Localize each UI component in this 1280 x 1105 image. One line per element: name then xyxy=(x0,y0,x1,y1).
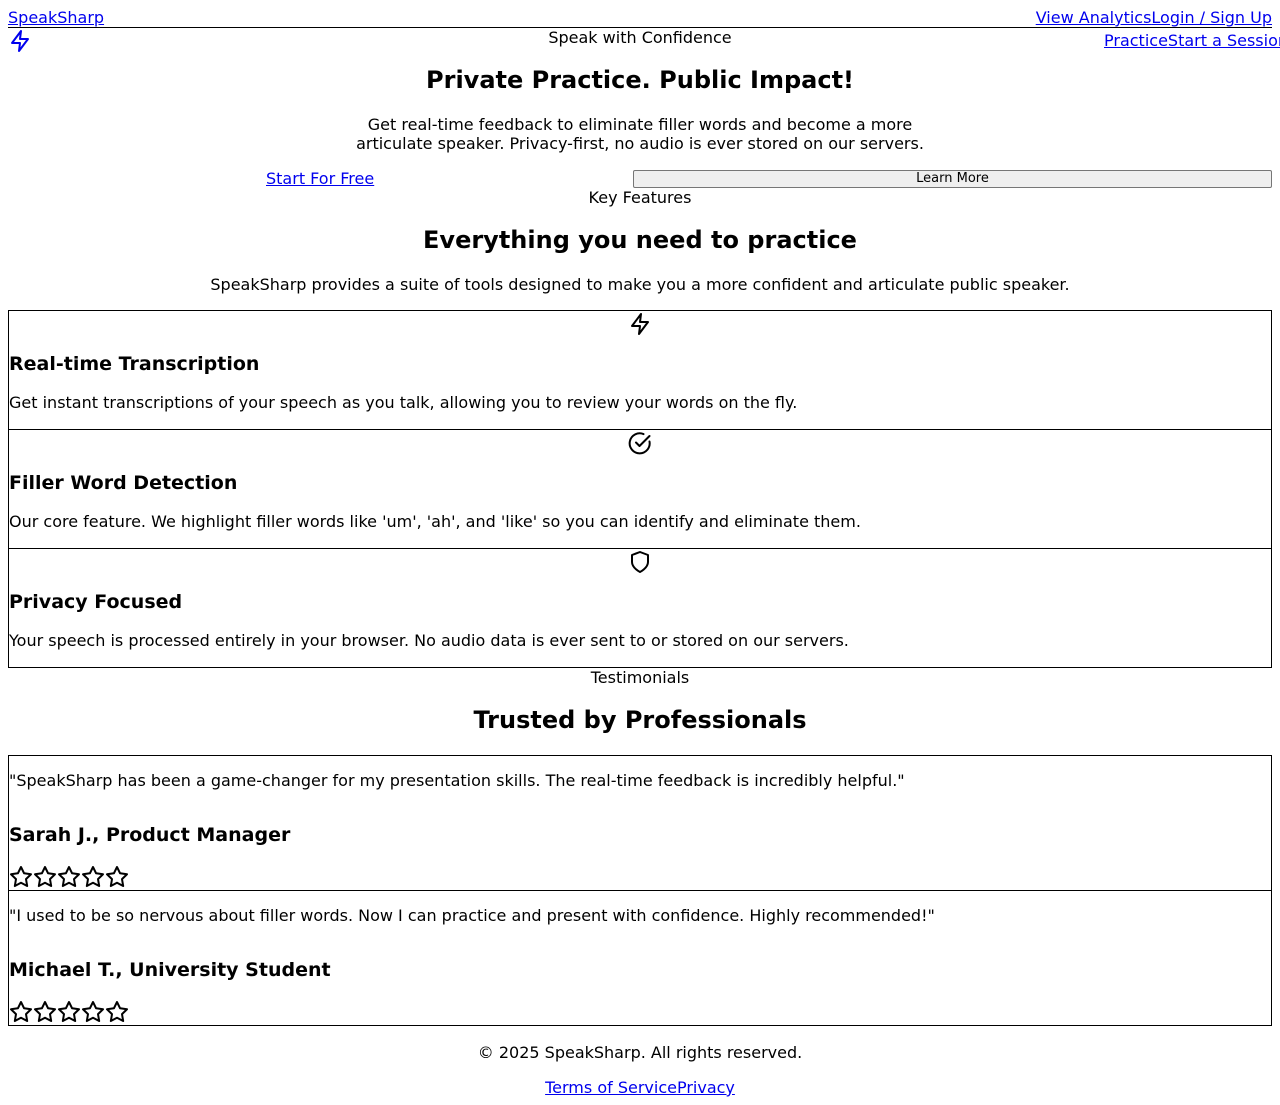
testimonials-title: Trusted by Professionals xyxy=(473,706,807,734)
nav-practice[interactable]: Practice xyxy=(1104,31,1168,50)
testimonial-author: Michael T., University Student xyxy=(9,959,331,981)
features-eyebrow: Key Features xyxy=(588,188,692,207)
shield-icon xyxy=(628,550,652,574)
footer-copyright: © 2025 SpeakSharp. All rights reserved. xyxy=(477,1043,803,1062)
brand-link[interactable]: SpeakSharp xyxy=(8,8,104,27)
star-outline-icon xyxy=(105,865,129,889)
star-outline-icon xyxy=(81,865,105,889)
star-outline-icon xyxy=(33,865,57,889)
feature-card-transcription: Real-time Transcription Get instant tran… xyxy=(8,310,1272,430)
features-title: Everything you need to practice xyxy=(423,226,857,254)
testimonial-card: "SpeakSharp has been a game-changer for … xyxy=(8,755,1272,891)
star-rating xyxy=(9,1000,129,1024)
features-description: SpeakSharp provides a suite of tools des… xyxy=(210,275,1070,294)
feature-text: Your speech is processed entirely in you… xyxy=(9,631,849,650)
star-outline-icon xyxy=(105,1000,129,1024)
feature-title: Real-time Transcription xyxy=(9,353,260,375)
testimonial-card: "I used to be so nervous about filler wo… xyxy=(8,890,1272,1026)
star-rating xyxy=(9,865,129,889)
testimonial-quote: "SpeakSharp has been a game-changer for … xyxy=(9,771,905,790)
star-outline-icon xyxy=(57,1000,81,1024)
lightning-bolt-icon xyxy=(628,312,652,336)
nav-start-session[interactable]: Start a Session xyxy=(1168,31,1280,50)
terms-of-service-link[interactable]: Terms of Service xyxy=(545,1078,677,1097)
nav-view-analytics[interactable]: View Analytics xyxy=(1036,8,1152,27)
secondary-nav: PracticeStart a Session xyxy=(1104,31,1280,50)
feature-text: Get instant transcriptions of your speec… xyxy=(9,393,798,412)
start-for-free-button[interactable]: Start For Free xyxy=(266,169,374,188)
hero-eyebrow: Speak with Confidence xyxy=(548,28,732,47)
footer-links: Terms of ServicePrivacy xyxy=(0,1078,1280,1097)
star-outline-icon xyxy=(57,865,81,889)
check-circle-icon xyxy=(628,431,652,455)
testimonial-quote: "I used to be so nervous about filler wo… xyxy=(9,906,935,925)
feature-title: Filler Word Detection xyxy=(9,472,238,494)
star-outline-icon xyxy=(9,1000,33,1024)
feature-title: Privacy Focused xyxy=(9,591,183,613)
testimonials-eyebrow: Testimonials xyxy=(590,668,690,687)
feature-text: Our core feature. We highlight filler wo… xyxy=(9,512,861,531)
testimonial-author: Sarah J., Product Manager xyxy=(9,824,291,846)
star-outline-icon xyxy=(33,1000,57,1024)
star-outline-icon xyxy=(81,1000,105,1024)
learn-more-button[interactable]: Learn More xyxy=(633,170,1272,188)
feature-card-privacy: Privacy Focused Your speech is processed… xyxy=(8,548,1272,668)
star-outline-icon xyxy=(9,865,33,889)
privacy-link[interactable]: Privacy xyxy=(677,1078,735,1097)
nav-login-signup[interactable]: Login / Sign Up xyxy=(1151,8,1272,27)
hero-title: Private Practice. Public Impact! xyxy=(426,66,854,94)
feature-card-filler-words: Filler Word Detection Our core feature. … xyxy=(8,429,1272,549)
hero-description: Get real-time feedback to eliminate fill… xyxy=(356,115,924,153)
top-nav: View AnalyticsLogin / Sign Up xyxy=(1036,8,1272,27)
